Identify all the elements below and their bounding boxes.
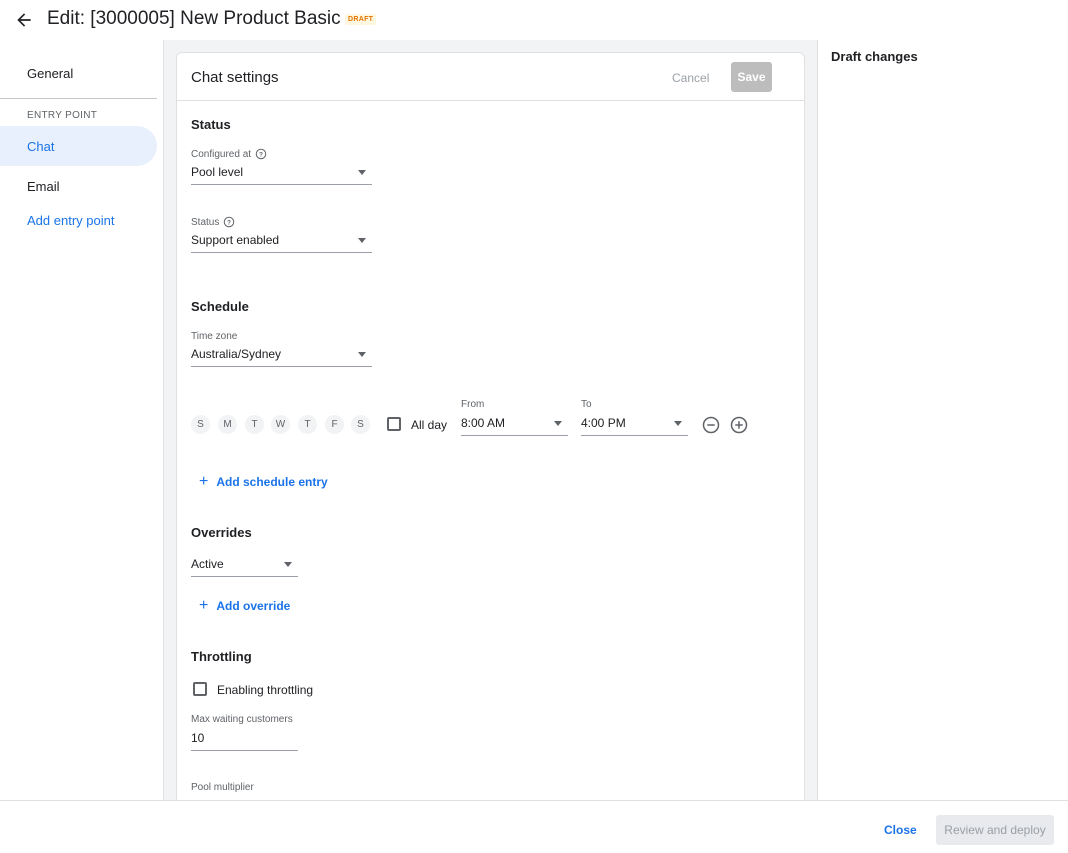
day-chip-tuesday[interactable]: T — [245, 415, 264, 434]
review-and-deploy-button[interactable]: Review and deploy — [936, 815, 1054, 845]
status-value: Support enabled — [191, 233, 280, 247]
day-chip-wednesday[interactable]: W — [271, 415, 290, 434]
overrides-section-title: Overrides — [191, 525, 252, 540]
add-schedule-icon[interactable] — [730, 416, 748, 434]
from-time-select[interactable]: 8:00 AM — [461, 414, 568, 436]
day-chip-sunday[interactable]: S — [191, 415, 210, 434]
card-title: Chat settings — [191, 69, 279, 86]
day-chip-monday[interactable]: M — [218, 415, 237, 434]
help-icon[interactable]: ? — [255, 148, 267, 160]
status-label-text: Status — [191, 216, 220, 228]
configured-at-label: Configured at ? — [191, 148, 267, 160]
save-button[interactable]: Save — [731, 62, 772, 92]
time-zone-value: Australia/Sydney — [191, 347, 282, 361]
from-time-value: 8:00 AM — [461, 416, 506, 430]
page-title: Edit: [3000005] New Product Basic — [47, 8, 341, 29]
status-label: Status ? — [191, 216, 235, 228]
configured-at-value: Pool level — [191, 165, 244, 179]
add-entry-point-link[interactable]: Add entry point — [27, 213, 114, 228]
add-schedule-entry-label: Add schedule entry — [216, 475, 328, 489]
draft-badge: DRAFT — [345, 14, 377, 25]
left-nav: General ENTRY POINT Chat Email Add entry… — [0, 40, 163, 800]
max-waiting-input[interactable] — [191, 729, 298, 745]
day-chip-friday[interactable]: F — [325, 415, 344, 434]
nav-item-chat[interactable]: Chat — [0, 126, 157, 166]
card-header: Chat settings Cancel Save — [177, 53, 804, 101]
add-schedule-entry-button[interactable]: + Add schedule entry — [199, 473, 328, 491]
dropdown-arrow-icon — [554, 421, 562, 426]
help-icon[interactable]: ? — [223, 216, 235, 228]
nav-divider — [0, 98, 157, 99]
nav-item-email[interactable]: Email — [27, 179, 60, 194]
to-time-value: 4:00 PM — [581, 416, 626, 430]
status-select[interactable]: Support enabled — [191, 231, 372, 253]
plus-icon: + — [199, 597, 209, 614]
dropdown-arrow-icon — [358, 170, 366, 175]
day-chip-saturday[interactable]: S — [351, 415, 370, 434]
svg-text:?: ? — [227, 220, 231, 227]
add-override-label: Add override — [216, 599, 291, 613]
dropdown-arrow-icon — [674, 421, 682, 426]
all-day-checkbox[interactable] — [387, 417, 401, 431]
draft-changes-title: Draft changes — [831, 49, 918, 64]
cancel-button[interactable]: Cancel — [672, 71, 709, 85]
time-zone-select[interactable]: Australia/Sydney — [191, 345, 372, 367]
add-override-button[interactable]: + Add override — [199, 597, 290, 615]
time-zone-label: Time zone — [191, 331, 238, 342]
arrow-back-icon[interactable] — [14, 10, 34, 30]
dropdown-arrow-icon — [358, 352, 366, 357]
day-chip-thursday[interactable]: T — [298, 415, 317, 434]
overrides-value: Active — [191, 557, 224, 571]
enable-throttling-label: Enabling throttling — [217, 683, 314, 697]
nav-section-label: ENTRY POINT — [27, 110, 98, 121]
dropdown-arrow-icon — [284, 562, 292, 567]
page-header: Edit: [3000005] New Product Basic DRAFT — [0, 0, 1068, 40]
close-button[interactable]: Close — [884, 823, 917, 837]
schedule-section-title: Schedule — [191, 299, 249, 314]
throttling-section-title: Throttling — [191, 649, 252, 664]
status-section-title: Status — [191, 117, 231, 132]
max-waiting-label: Max waiting customers — [191, 714, 293, 725]
plus-icon: + — [199, 473, 209, 490]
to-label: To — [581, 399, 592, 410]
configured-at-label-text: Configured at — [191, 148, 252, 160]
max-waiting-input-wrapper — [191, 729, 298, 751]
nav-item-chat-label: Chat — [27, 139, 55, 154]
svg-text:?: ? — [259, 152, 263, 159]
overrides-select[interactable]: Active — [191, 555, 298, 577]
footer-bar: Close Review and deploy — [0, 800, 1068, 853]
pool-multiplier-label: Pool multiplier — [191, 782, 254, 793]
chat-settings-card: Chat settings Cancel Save Status Configu… — [176, 52, 805, 812]
to-time-select[interactable]: 4:00 PM — [581, 414, 688, 436]
remove-schedule-icon[interactable] — [702, 416, 720, 434]
nav-item-general[interactable]: General — [27, 66, 73, 81]
all-day-label: All day — [411, 418, 448, 432]
enable-throttling-checkbox[interactable] — [193, 682, 207, 696]
configured-at-select[interactable]: Pool level — [191, 163, 372, 185]
from-label: From — [461, 399, 485, 410]
dropdown-arrow-icon — [358, 238, 366, 243]
